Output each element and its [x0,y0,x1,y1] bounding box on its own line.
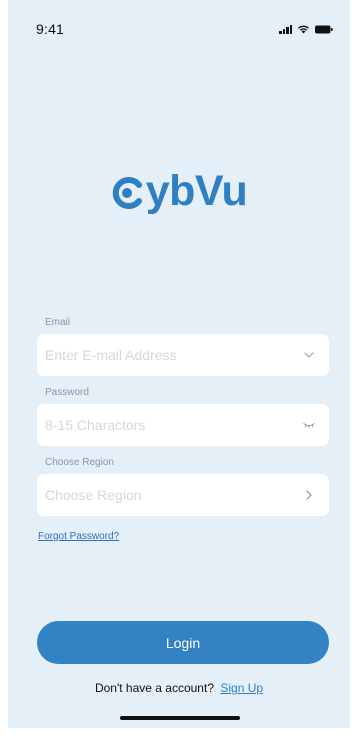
signal-icon [279,24,292,34]
battery-icon [315,25,333,34]
email-field[interactable] [37,333,329,377]
login-form: Email Password Choose Region [37,316,329,544]
region-label: Choose Region [45,457,114,468]
logo-wordmark: ybVu [145,167,248,215]
chevron-right-icon[interactable] [303,489,315,501]
status-icons [279,24,333,34]
status-time: 9:41 [36,21,65,37]
email-input[interactable] [37,333,287,377]
eye-closed-icon[interactable] [303,419,315,431]
password-field[interactable] [37,403,329,447]
status-bar: 9:41 [8,0,350,50]
email-label: Email [45,317,71,328]
chevron-down-icon[interactable] [303,349,315,361]
region-selector[interactable] [37,473,329,517]
login-button[interactable]: Login [37,621,329,664]
region-input[interactable] [37,473,287,517]
password-input[interactable] [37,403,287,447]
password-label: Password [45,387,89,398]
login-screen: 9:41 ybVu Email Enter E-mail Address Pas… [8,0,350,728]
signup-row: Don't have a account? Sign Up [8,681,350,695]
signup-prompt: Don't have a account? [94,681,214,695]
app-logo: ybVu [8,170,350,213]
wifi-icon [297,24,310,34]
logo-c-icon [111,176,145,210]
forgot-password-link[interactable]: Forgot Password? [38,531,119,542]
home-indicator [120,716,240,720]
signup-link[interactable]: Sign Up [220,681,263,695]
